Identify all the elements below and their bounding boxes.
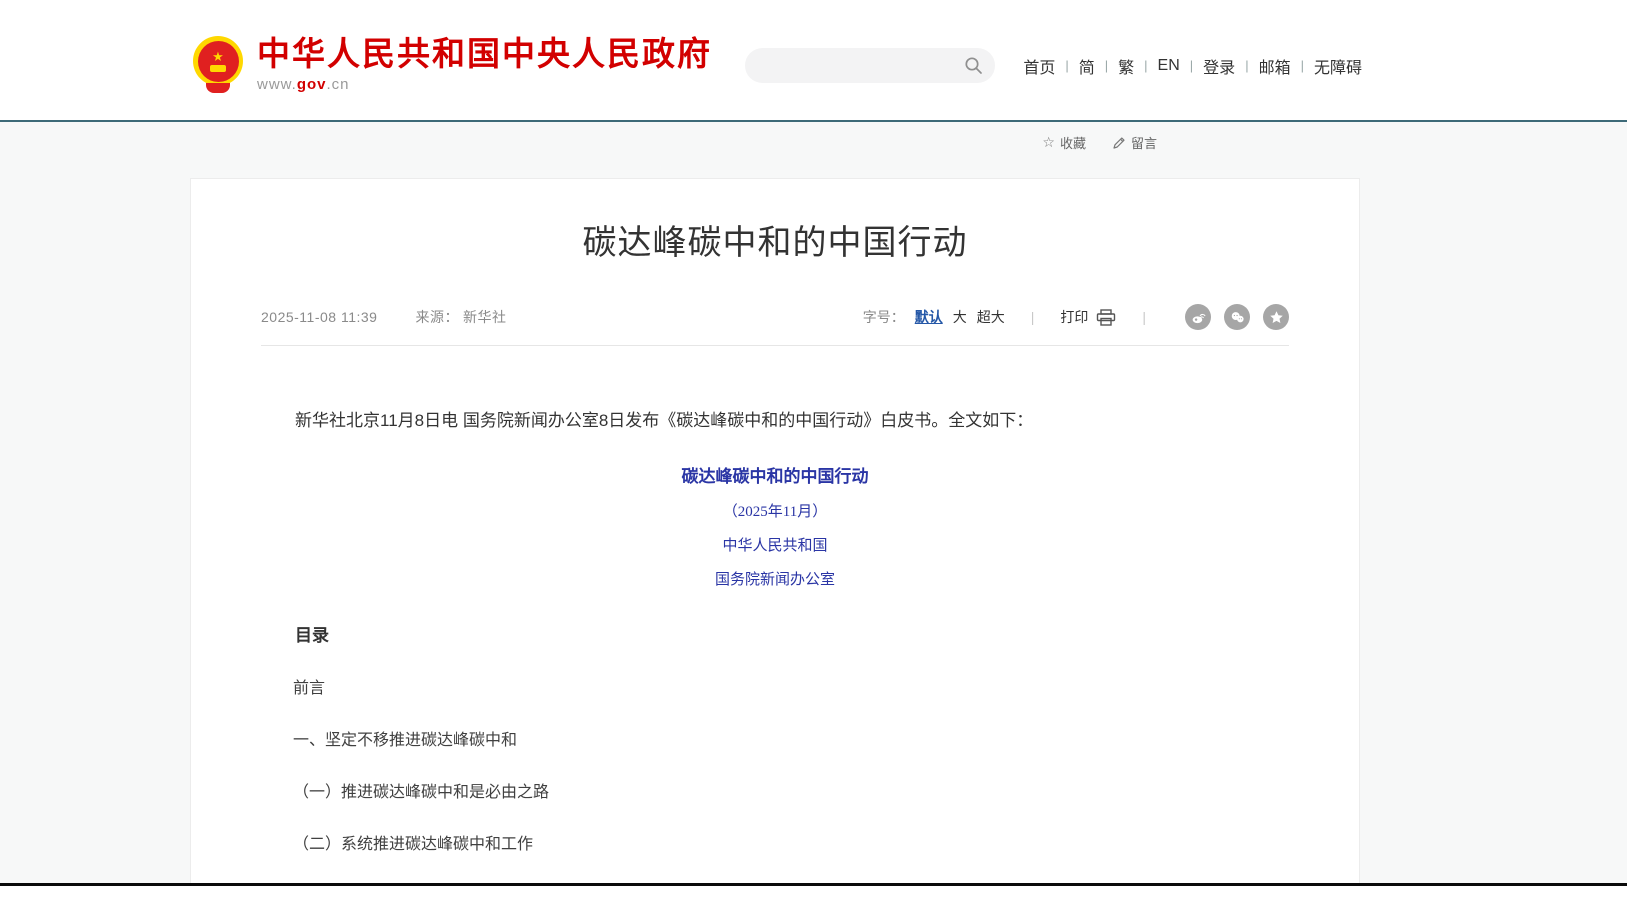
- top-nav: 首页| 简| 繁| EN| 登录| 邮箱| 无障碍: [1013, 54, 1372, 78]
- meta-separator: |: [1142, 309, 1146, 325]
- article-meta-row: 2025-11-08 11:39 来源： 新华社 字号： 默认 大 超大 | 打…: [261, 304, 1289, 346]
- site-url-cn: .cn: [327, 76, 350, 93]
- pencil-icon: [1112, 136, 1126, 150]
- toc-item-1-2: （二）系统推进碳达峰碳中和工作: [261, 830, 1289, 854]
- toc-item-1-1: （一）推进碳达峰碳中和是必由之路: [261, 778, 1289, 802]
- quick-links: ☆ 收藏 留言: [1042, 133, 1157, 152]
- printer-icon: [1088, 309, 1116, 326]
- source-value: 新华社: [463, 307, 507, 327]
- site-header: ★ 中华人民共和国中央人民政府 www.gov.cn 首页| 简|: [0, 0, 1627, 122]
- nav-login[interactable]: 登录: [1193, 54, 1245, 78]
- site-title: 中华人民共和国中央人民政府: [257, 36, 712, 72]
- toc-heading: 目录: [261, 621, 1289, 646]
- print-label: 打印: [1060, 307, 1088, 327]
- page: ★ 中华人民共和国中央人民政府 www.gov.cn 首页 | 简 |: [0, 0, 1627, 915]
- nav-english[interactable]: EN: [1148, 57, 1190, 75]
- document-date-line: （2025年11月）: [191, 500, 1359, 521]
- emblem-gate-shape: [210, 65, 226, 72]
- nav-traditional[interactable]: 繁: [1108, 54, 1144, 78]
- wechat-share-icon[interactable]: [1224, 304, 1250, 330]
- nav-simplified[interactable]: 简: [1069, 54, 1105, 78]
- national-emblem-icon: ★: [193, 36, 243, 86]
- search-box: [745, 48, 995, 83]
- emblem-star-icon: ★: [212, 51, 224, 63]
- font-size-xlarge[interactable]: 超大: [977, 307, 1005, 327]
- favorite-button[interactable]: ☆ 收藏: [1042, 133, 1086, 152]
- star-outline-icon: ☆: [1042, 134, 1055, 151]
- site-url-www: www.: [257, 76, 297, 93]
- toc-item-1: 一、坚定不移推进碳达峰碳中和: [261, 726, 1289, 750]
- source-label: 来源：: [415, 307, 459, 327]
- font-size-default[interactable]: 默认: [915, 307, 943, 327]
- article-title: 碳达峰碳中和的中国行动: [191, 215, 1359, 264]
- toc-item-preface: 前言: [261, 674, 1289, 698]
- font-size-label: 字号：: [863, 307, 905, 327]
- site-brand[interactable]: ★ 中华人民共和国中央人民政府 www.gov.cn: [193, 36, 712, 93]
- meta-separator: |: [1031, 309, 1035, 325]
- article-card: 碳达峰碳中和的中国行动 2025-11-08 11:39 来源： 新华社 字号：…: [190, 178, 1360, 913]
- viewport-bottom-rule: [0, 883, 1627, 915]
- nav-mail[interactable]: 邮箱: [1249, 54, 1301, 78]
- site-url: www.gov.cn: [257, 76, 712, 93]
- nav-home[interactable]: 首页: [1013, 54, 1065, 78]
- nav-accessibility[interactable]: 无障碍: [1304, 54, 1372, 78]
- weibo-share-icon[interactable]: [1185, 304, 1211, 330]
- favorite-label: 收藏: [1060, 133, 1086, 152]
- qzone-star-share-icon[interactable]: [1263, 304, 1289, 330]
- document-org-line-1: 中华人民共和国: [191, 534, 1359, 555]
- comment-label: 留言: [1131, 133, 1157, 152]
- content-zone: ☆ 收藏 留言 碳达峰碳中和的中国行动 2025-11-08 11:39 来源：: [0, 122, 1627, 913]
- font-size-large[interactable]: 大: [953, 307, 967, 327]
- site-url-gov: gov: [297, 76, 327, 93]
- publish-date: 2025-11-08 11:39: [261, 309, 377, 325]
- lead-paragraph: 新华社北京11月8日电 国务院新闻办公室8日发布《碳达峰碳中和的中国行动》白皮书…: [261, 408, 1289, 434]
- comment-button[interactable]: 留言: [1112, 133, 1157, 152]
- document-org-line-2: 国务院新闻办公室: [191, 568, 1359, 589]
- print-button[interactable]: 打印: [1060, 307, 1116, 327]
- search-icon[interactable]: [964, 56, 983, 75]
- document-title: 碳达峰碳中和的中国行动: [191, 462, 1359, 487]
- search-input[interactable]: [745, 48, 964, 83]
